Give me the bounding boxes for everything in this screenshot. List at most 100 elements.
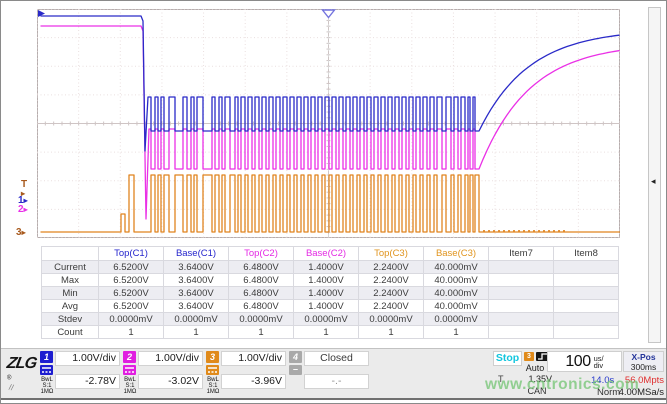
- ch3-coupling-icon[interactable]: [206, 365, 219, 375]
- table-cell: 6.4800V: [229, 300, 294, 313]
- trigger-mode-label[interactable]: Auto: [521, 363, 549, 373]
- waveform-display: [37, 9, 620, 238]
- table-cell: [554, 287, 619, 300]
- table-cell: [489, 261, 554, 274]
- ch3-offset-button[interactable]: -3.96V: [221, 374, 286, 389]
- timebase-value: 100: [565, 353, 590, 371]
- table-cell: [489, 287, 554, 300]
- table-cell: 1: [164, 326, 229, 339]
- table-cell: [554, 326, 619, 339]
- logo-text: ZLG: [5, 355, 37, 373]
- table-column-header: [42, 247, 99, 261]
- table-cell: 3.6400V: [164, 274, 229, 287]
- measurement-table: Top(C1)Base(C1)Top(C2)Base(C2)Top(C3)Bas…: [41, 246, 619, 339]
- table-cell: 1: [294, 326, 359, 339]
- table-cell: 0.0000mV: [359, 313, 424, 326]
- table-column-header: Base(C2): [294, 247, 359, 261]
- timebase-unit: us/div: [594, 355, 604, 369]
- table-cell: 2.2400V: [359, 274, 424, 287]
- table-cell: 1.4000V: [294, 261, 359, 274]
- table-cell: [489, 274, 554, 287]
- ch3-ground-marker[interactable]: 3▸: [16, 228, 26, 237]
- table-cell: [489, 313, 554, 326]
- channel3-block: 3 BwLS:11MΩ 1.00V/div -3.96V: [205, 350, 288, 397]
- ch2-offset-button[interactable]: -3.02V: [138, 374, 203, 389]
- ch1-tags: BwLS:11MΩ: [39, 377, 55, 395]
- table-row-label: Min: [42, 287, 99, 300]
- table-column-header: Top(C1): [99, 247, 164, 261]
- xpos-label: X-Pos: [624, 352, 663, 362]
- table-column-header: Base(C3): [424, 247, 489, 261]
- ch4-scale-button[interactable]: Closed: [304, 351, 369, 366]
- table-row: Max6.5200V3.6400V6.4800V1.4000V2.2400V40…: [42, 274, 619, 287]
- ch3-tags: BwLS:11MΩ: [205, 377, 221, 395]
- table-cell: 6.4800V: [229, 287, 294, 300]
- table-cell: 1: [359, 326, 424, 339]
- table-row-label: Avg: [42, 300, 99, 313]
- ch1-offset-button[interactable]: -2.78V: [55, 374, 120, 389]
- xpos-value: 300ms: [624, 362, 663, 372]
- table-column-header: Item7: [489, 247, 554, 261]
- table-row: Count111111: [42, 326, 619, 339]
- table-cell: [554, 274, 619, 287]
- table-column-header: Top(C2): [229, 247, 294, 261]
- table-row-label: Count: [42, 326, 99, 339]
- table-row: Min6.5200V3.6400V6.4800V1.4000V2.2400V40…: [42, 287, 619, 300]
- ch2-scale-button[interactable]: 1.00V/div: [138, 351, 203, 366]
- ch3-number-badge[interactable]: 3: [206, 351, 219, 363]
- logo-hatch: //: [8, 383, 14, 393]
- table-row-label: Current: [42, 261, 99, 274]
- ch2-ground-marker[interactable]: 2▸: [18, 205, 28, 214]
- oscilloscope-screen: T ▸ 1▸ 2▸ 3▸ ◂ Top(C1)Base(C1)Top(C2)Bas…: [0, 0, 667, 404]
- ch3-scale-button[interactable]: 1.00V/div: [221, 351, 286, 366]
- table-cell: 2.2400V: [359, 261, 424, 274]
- zlg-logo: ZLG® //: [7, 355, 39, 395]
- table-row-label: Max: [42, 274, 99, 287]
- trigger-source-badge[interactable]: 3: [524, 352, 534, 361]
- table-column-header: Item8: [554, 247, 619, 261]
- table-row: Stdev0.0000mV0.0000mV0.0000mV0.0000mV0.0…: [42, 313, 619, 326]
- table-cell: [489, 326, 554, 339]
- timebase-button[interactable]: 100 us/div: [547, 351, 622, 372]
- table-cell: 2.2400V: [359, 287, 424, 300]
- ch4-offset-button[interactable]: -.-: [304, 374, 369, 389]
- table-cell: [554, 261, 619, 274]
- ch4-coupling-icon[interactable]: –: [289, 365, 302, 375]
- channel2-block: 2 BwLS:11MΩ 1.00V/div -3.02V: [122, 350, 205, 397]
- table-cell: 0.0000mV: [164, 313, 229, 326]
- table-cell: 6.5200V: [99, 261, 164, 274]
- side-panel-strip: ◂: [648, 7, 661, 343]
- ch4-number-badge[interactable]: 4: [289, 351, 302, 363]
- table-cell: 40.000mV: [424, 287, 489, 300]
- table-cell: 2.2400V: [359, 300, 424, 313]
- xpos-button[interactable]: X-Pos 300ms: [623, 351, 664, 372]
- channel1-block: 1 BwLS:11MΩ 1.00V/div -2.78V: [39, 350, 122, 397]
- table-cell: 1.4000V: [294, 287, 359, 300]
- table-cell: 3.6400V: [164, 287, 229, 300]
- watermark-text: www.cntronics.com: [485, 376, 639, 394]
- table-cell: 6.5200V: [99, 274, 164, 287]
- table-cell: 6.5200V: [99, 287, 164, 300]
- channel4-block: 4 – Closed -.-: [288, 350, 371, 397]
- table-cell: 3.6400V: [164, 300, 229, 313]
- table-cell: 1: [99, 326, 164, 339]
- table-cell: 40.000mV: [424, 261, 489, 274]
- table-header-row: Top(C1)Base(C1)Top(C2)Base(C2)Top(C3)Bas…: [42, 247, 619, 261]
- ch1-number-badge[interactable]: 1: [40, 351, 53, 363]
- table-cell: 0.0000mV: [99, 313, 164, 326]
- ch1-coupling-icon[interactable]: [40, 365, 53, 375]
- run-stop-button[interactable]: Stop: [493, 351, 522, 366]
- table-cell: [489, 300, 554, 313]
- table-cell: 40.000mV: [424, 300, 489, 313]
- ch1-scale-button[interactable]: 1.00V/div: [55, 351, 120, 366]
- table-cell: 0.0000mV: [424, 313, 489, 326]
- ch2-tags: BwLS:11MΩ: [122, 377, 138, 395]
- ch1-arrow-icon: ▸: [24, 196, 28, 205]
- ch2-number-badge[interactable]: 2: [123, 351, 136, 363]
- table-cell: [554, 313, 619, 326]
- table-cell: 0.0000mV: [294, 313, 359, 326]
- table-column-header: Top(C3): [359, 247, 424, 261]
- panel-collapse-arrow-icon[interactable]: ◂: [651, 176, 656, 187]
- ch2-coupling-icon[interactable]: [123, 365, 136, 375]
- ch2-arrow-icon: ▸: [24, 205, 28, 214]
